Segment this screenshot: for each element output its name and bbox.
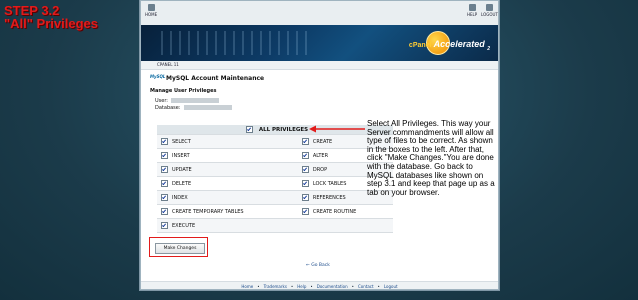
privilege-row: EXECUTE	[157, 218, 393, 233]
footer-separator: •	[257, 284, 260, 289]
go-back-link[interactable]: ← Go Back	[306, 263, 330, 268]
privilege-cell[interactable]: INDEX	[157, 190, 298, 205]
database-label: Database:	[155, 105, 181, 111]
footer-links: Home • Trademarks • Help • Documentation • Conta…	[141, 281, 498, 289]
privilege-cell[interactable]: SELECT	[157, 134, 298, 149]
privilege-row: INDEX REFERENCES	[157, 190, 393, 205]
privilege-row: INSERT ALTER	[157, 148, 393, 163]
privilege-cell	[297, 218, 393, 233]
privilege-cell[interactable]: DELETE	[157, 176, 298, 191]
footer-separator: •	[351, 284, 354, 289]
privilege-label: INSERT	[172, 153, 190, 159]
annotation-text: Select All Privileges. This way your Ser…	[367, 119, 495, 197]
all-privileges-label: ALL PRIVILEGES	[258, 127, 309, 133]
help-label: HELP	[467, 12, 478, 17]
privilege-checkbox[interactable]	[161, 138, 168, 145]
banner-graphic	[161, 31, 311, 55]
all-privileges-checkbox[interactable]	[245, 126, 253, 133]
footer-link[interactable]: Contact	[358, 284, 374, 289]
privilege-checkbox[interactable]	[161, 180, 168, 187]
footer-link[interactable]: Logout	[384, 284, 398, 289]
all-privileges-cell[interactable]: ALL PRIVILEGES	[157, 125, 393, 135]
privilege-label: UPDATE	[172, 167, 192, 173]
subheading: Manage User Privileges	[150, 88, 217, 94]
make-changes-highlight	[149, 237, 208, 257]
footer-separator: •	[377, 284, 380, 289]
privilege-cell[interactable]: EXECUTE	[157, 218, 298, 233]
cpanel-brand: cPanel Accelerated 2	[409, 39, 490, 52]
footer-separator: •	[310, 284, 313, 289]
home-button[interactable]: HOME	[145, 4, 157, 17]
privilege-checkbox[interactable]	[301, 152, 309, 159]
privilege-checkbox[interactable]	[301, 138, 309, 145]
logout-icon	[485, 4, 493, 11]
privilege-checkbox[interactable]	[301, 180, 309, 187]
user-value-redacted	[171, 98, 219, 103]
privilege-checkbox[interactable]	[161, 222, 168, 229]
privilege-label: CREATE	[312, 139, 333, 145]
privilege-cell[interactable]: CREATE ROUTINE	[297, 204, 393, 219]
breadcrumb-bar: CPANEL 11	[141, 61, 498, 70]
privilege-row: SELECT CREATE	[157, 134, 393, 149]
privilege-label: DELETE	[172, 181, 192, 187]
brand-cpanel: cPanel	[408, 42, 432, 49]
brand-accelerated: Accelerated	[433, 39, 485, 49]
help-icon	[468, 4, 476, 11]
breadcrumb[interactable]: CPANEL 11	[157, 62, 179, 67]
footer-link[interactable]: Documentation	[317, 284, 348, 289]
privilege-cell[interactable]: INSERT	[157, 148, 298, 163]
mysql-logo-icon: MySQL	[150, 74, 166, 79]
privilege-label: LOCK TABLES	[312, 181, 347, 187]
privilege-label: INDEX	[172, 195, 188, 201]
top-toolbar: HOME HELP LOGOUT	[141, 1, 498, 26]
privilege-checkbox[interactable]	[161, 152, 168, 159]
page-title: MySQL Account Maintenance	[166, 75, 265, 82]
logout-button[interactable]: LOGOUT	[481, 4, 498, 17]
user-info: User: Database:	[155, 98, 232, 112]
brand-version: 2	[487, 45, 490, 52]
privilege-row: DELETE LOCK TABLES	[157, 176, 393, 191]
privilege-row: UPDATE DROP	[157, 162, 393, 177]
privilege-checkbox[interactable]	[161, 208, 168, 215]
privilege-cell[interactable]: UPDATE	[157, 162, 298, 177]
privilege-checkbox[interactable]	[161, 166, 168, 173]
privilege-label: CREATE ROUTINE	[312, 209, 357, 215]
cpanel-banner: cPanel Accelerated 2	[141, 25, 498, 61]
all-privileges-row: ALL PRIVILEGES	[157, 125, 393, 135]
privilege-checkbox[interactable]	[161, 194, 168, 201]
privilege-label: CREATE TEMPORARY TABLES	[172, 209, 244, 215]
footer-link[interactable]: Help	[297, 284, 306, 289]
footer-link[interactable]: Home	[241, 284, 253, 289]
privilege-label: REFERENCES	[312, 195, 346, 201]
step-subtitle: "All" Privileges	[4, 16, 98, 31]
privilege-checkbox[interactable]	[301, 208, 309, 215]
privilege-checkbox[interactable]	[301, 194, 309, 201]
home-icon	[147, 4, 155, 11]
privilege-label: EXECUTE	[172, 223, 196, 229]
home-label: HOME	[145, 12, 158, 17]
footer-link[interactable]: Trademarks	[264, 284, 287, 289]
privilege-label: SELECT	[172, 139, 191, 145]
database-value-redacted	[183, 105, 232, 110]
privileges-table: ALL PRIVILEGES SELECT CREATE INSERT ALTER UP…	[157, 125, 393, 233]
privilege-label: DROP	[312, 167, 328, 173]
help-button[interactable]: HELP	[467, 4, 477, 17]
privilege-checkbox[interactable]	[301, 166, 309, 173]
footer-separator: •	[290, 284, 294, 289]
privilege-cell[interactable]: CREATE TEMPORARY TABLES	[157, 204, 298, 219]
logout-label: LOGOUT	[481, 12, 498, 17]
user-label: User:	[155, 98, 168, 104]
privilege-row: CREATE TEMPORARY TABLES CREATE ROUTINE	[157, 204, 393, 219]
privilege-rows: SELECT CREATE INSERT ALTER UPDATE DROP DELETE L…	[157, 134, 393, 233]
page-title-wrap: MySQL MySQL Account Maintenance	[150, 74, 265, 82]
step-title: STEP 3.2 "All" Privileges	[4, 4, 98, 30]
privilege-label: ALTER	[312, 153, 329, 159]
